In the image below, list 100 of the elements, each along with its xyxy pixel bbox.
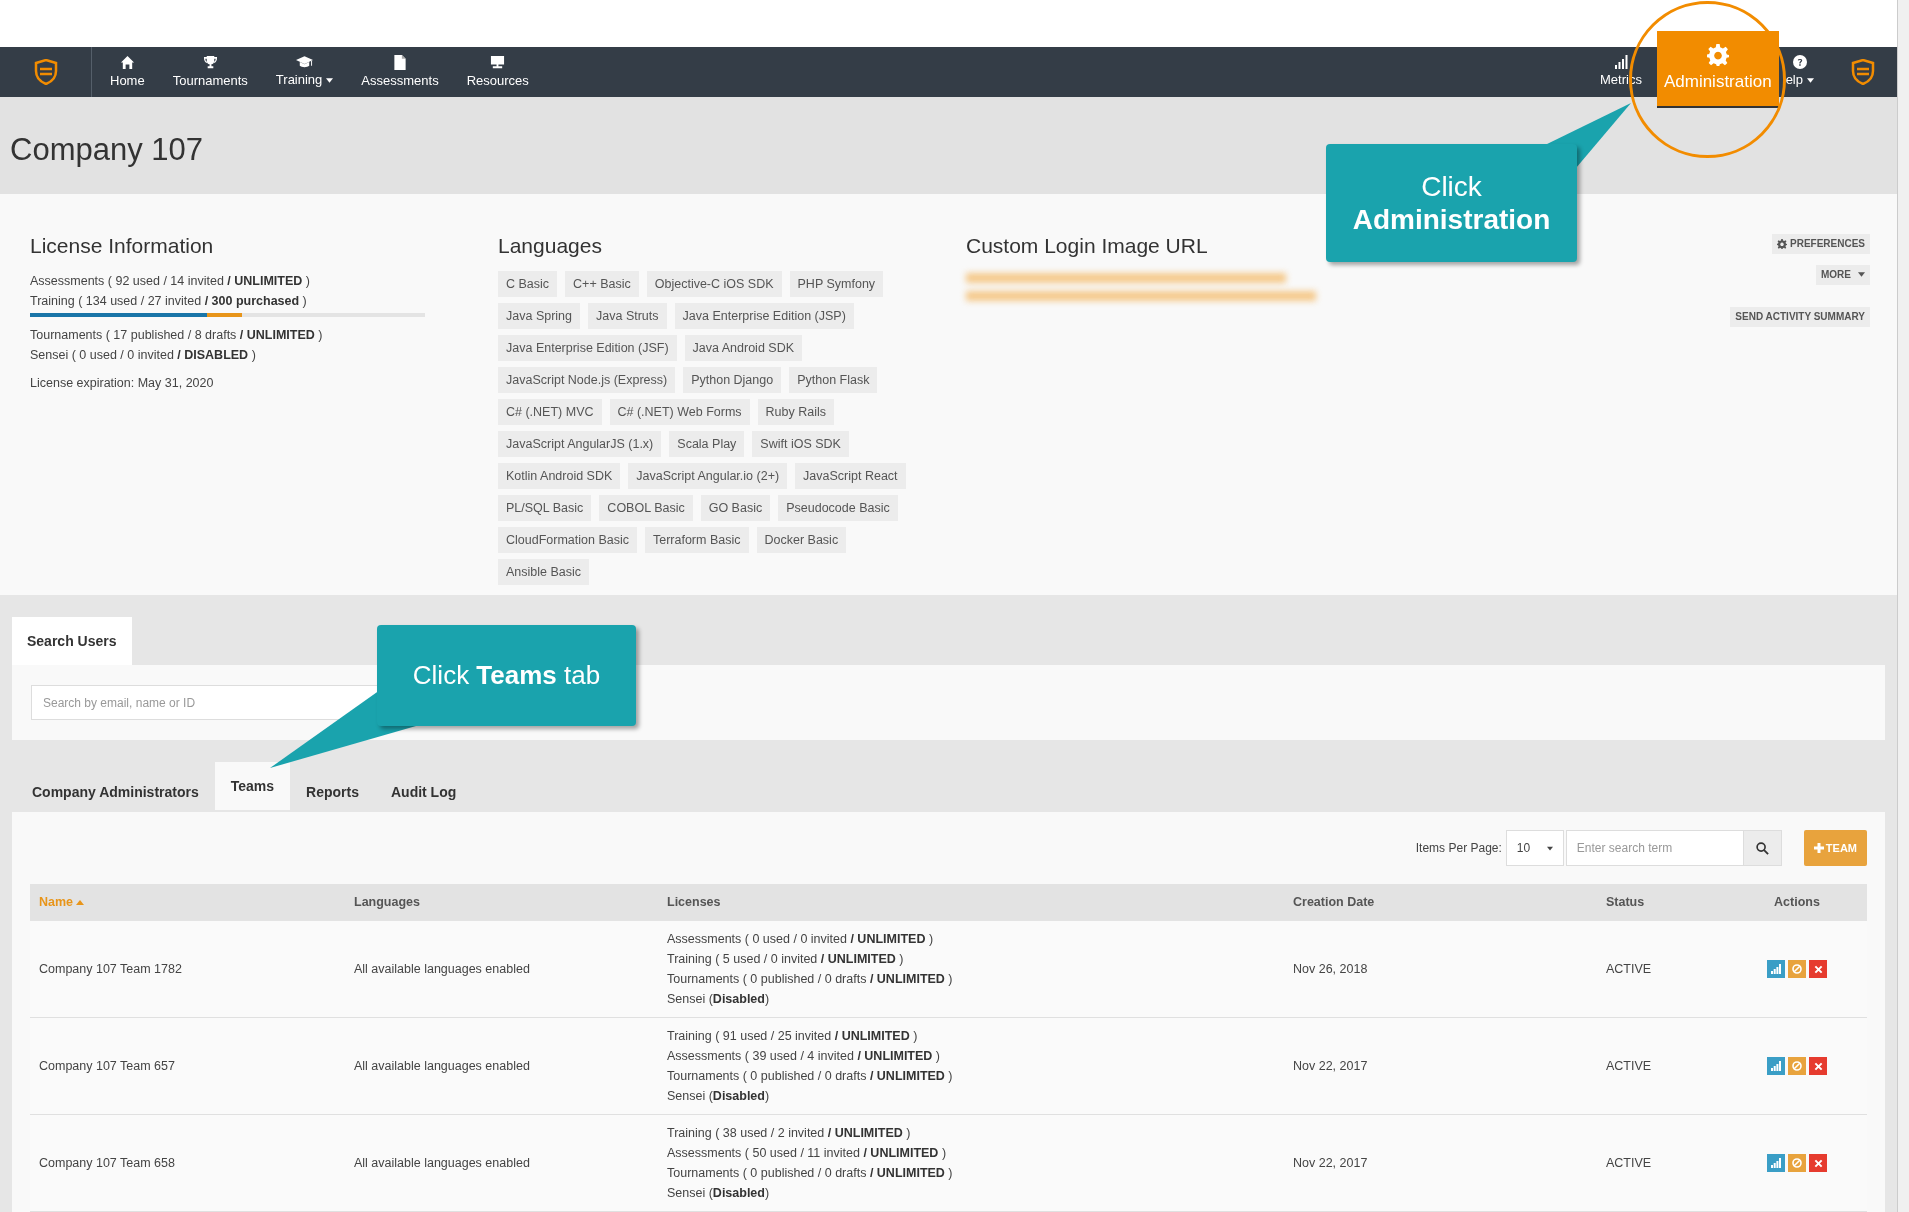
license-line: Sensei (Disabled) bbox=[667, 991, 771, 1008]
language-tag: GO Basic bbox=[700, 495, 771, 522]
signal-bars-icon bbox=[1613, 55, 1628, 70]
license-expiration: License expiration: May 31, 2020 bbox=[30, 375, 215, 393]
language-tag: Java Spring bbox=[498, 303, 580, 330]
monitor-icon bbox=[490, 54, 506, 70]
license-line: Tournaments ( 0 published / 0 drafts / UNLIMITED ) bbox=[667, 1068, 954, 1085]
tab[interactable]: Search Users bbox=[12, 617, 132, 665]
tab[interactable]: Reports bbox=[290, 772, 375, 812]
disable-button[interactable] bbox=[1788, 1057, 1806, 1075]
table-cell-text: ACTIVE bbox=[1606, 960, 1653, 978]
license-line: Tournaments ( 0 published / 0 drafts / UNLIMITED ) bbox=[667, 1165, 954, 1182]
close-icon bbox=[1813, 964, 1823, 974]
language-tag: C# (.NET) MVC bbox=[498, 399, 602, 426]
language-tag: PL/SQL Basic bbox=[498, 495, 592, 522]
language-tag: Swift iOS SDK bbox=[752, 431, 849, 458]
help-icon bbox=[1792, 55, 1807, 70]
language-tag: JavaScript Node.js (Express) bbox=[498, 367, 676, 394]
license-line: Training ( 5 used / 0 invited / UNLIMITED ) bbox=[667, 951, 905, 968]
callout-text: Click bbox=[1421, 170, 1482, 203]
nav-item[interactable]: Home bbox=[96, 47, 159, 98]
language-tag: PHP Symfony bbox=[789, 271, 884, 298]
language-tag: Ansible Basic bbox=[498, 559, 590, 586]
close-icon bbox=[1813, 1158, 1823, 1168]
language-tag: C Basic bbox=[498, 271, 558, 298]
stats-button[interactable] bbox=[1767, 1057, 1785, 1075]
license-line: Training ( 38 used / 2 invited / UNLIMITED ) bbox=[667, 1125, 912, 1142]
table-cell-text: All available languages enabled bbox=[354, 960, 531, 978]
search-icon bbox=[1755, 841, 1769, 855]
language-tag: Ruby Rails bbox=[757, 399, 835, 426]
table-cell-text: Company 107 Team 658 bbox=[39, 1154, 176, 1172]
tab[interactable]: Teams bbox=[214, 762, 291, 810]
ban-icon bbox=[1792, 1158, 1802, 1168]
home-icon bbox=[119, 54, 135, 70]
ban-icon bbox=[1792, 964, 1802, 974]
column-header[interactable]: Actions bbox=[1736, 893, 1858, 912]
section-heading: Languages bbox=[498, 232, 603, 259]
language-tag: Pseudocode Basic bbox=[778, 495, 898, 522]
action-button[interactable]: SEND ACTIVITY SUMMARY bbox=[1730, 306, 1870, 327]
language-tag: C++ Basic bbox=[565, 271, 639, 298]
nav-item[interactable]: elp bbox=[1782, 47, 1817, 98]
language-tag: Python Flask bbox=[789, 367, 878, 394]
dropdown-arrow-icon bbox=[1546, 845, 1553, 851]
shield-logo[interactable] bbox=[1851, 59, 1875, 86]
settings-icon bbox=[1777, 238, 1787, 249]
language-tag: Kotlin Android SDK bbox=[498, 463, 621, 490]
tab[interactable]: Company Administrators bbox=[16, 772, 215, 812]
sort-ascending-icon bbox=[76, 900, 85, 906]
section-heading: License Information bbox=[30, 232, 215, 259]
delete-button[interactable] bbox=[1809, 960, 1827, 978]
items-per-page-select[interactable]: 10 bbox=[1505, 830, 1564, 866]
action-button[interactable]: MORE bbox=[1816, 264, 1870, 285]
trophy-icon bbox=[202, 54, 218, 70]
table-cell-text: ACTIVE bbox=[1606, 1154, 1653, 1172]
license-line: Sensei (Disabled) bbox=[667, 1088, 771, 1105]
search-button[interactable] bbox=[1743, 830, 1782, 866]
table-cell-text: ACTIVE bbox=[1606, 1057, 1653, 1075]
language-tag: Objective-C iOS SDK bbox=[646, 271, 782, 298]
action-button[interactable]: PREFERENCES bbox=[1772, 233, 1870, 254]
table-cell-text: Company 107 Team 1782 bbox=[39, 960, 183, 978]
language-tag: C# (.NET) Web Forms bbox=[609, 399, 750, 426]
language-tag: CloudFormation Basic bbox=[498, 527, 637, 554]
nav-item[interactable]: Assessments bbox=[347, 47, 453, 98]
plus-icon bbox=[1813, 843, 1824, 853]
language-tag: JavaScript React bbox=[795, 463, 906, 490]
language-tag: JavaScript Angular.io (2+) bbox=[628, 463, 788, 490]
settings-icon bbox=[1706, 43, 1729, 66]
delete-button[interactable] bbox=[1809, 1154, 1827, 1172]
document-icon bbox=[394, 54, 406, 70]
language-tag: COBOL Basic bbox=[599, 495, 693, 522]
table-cell-text: Nov 22, 2017 bbox=[1293, 1057, 1369, 1075]
tab[interactable]: Audit Log bbox=[374, 772, 473, 812]
disable-button[interactable] bbox=[1788, 960, 1806, 978]
column-header[interactable]: Languages bbox=[354, 893, 667, 912]
stats-button[interactable] bbox=[1767, 960, 1785, 978]
callout-text: Administration bbox=[1352, 203, 1551, 236]
license-line: Assessments ( 0 used / 0 invited / UNLIMITED ) bbox=[667, 931, 935, 948]
language-tag: Python Django bbox=[683, 367, 782, 394]
delete-button[interactable] bbox=[1809, 1057, 1827, 1075]
scrollbar[interactable] bbox=[1897, 0, 1909, 1212]
disable-button[interactable] bbox=[1788, 1154, 1806, 1172]
table-cell-text: All available languages enabled bbox=[354, 1057, 531, 1075]
stats-button[interactable] bbox=[1767, 1154, 1785, 1172]
language-tag: Scala Play bbox=[669, 431, 745, 458]
section-heading: Custom Login Image URL bbox=[966, 232, 1209, 259]
nav-item[interactable]: Tournaments bbox=[158, 47, 262, 98]
column-header[interactable]: Status bbox=[1606, 893, 1736, 912]
nav-item[interactable]: Training bbox=[261, 47, 348, 98]
language-tag: Docker Basic bbox=[756, 527, 847, 554]
nav-item[interactable]: Resources bbox=[452, 47, 543, 98]
table-cell-text: Company 107 Team 657 bbox=[39, 1057, 176, 1075]
page-title: Company 107 bbox=[10, 131, 203, 170]
table-search-field[interactable]: Enter search term bbox=[1565, 830, 1744, 866]
signal-bars-icon bbox=[1771, 1061, 1781, 1071]
column-header[interactable]: Licenses bbox=[667, 893, 1293, 912]
table-cell-text: All available languages enabled bbox=[354, 1154, 531, 1172]
shield-logo[interactable] bbox=[33, 59, 58, 86]
graduation-cap-icon bbox=[296, 55, 314, 70]
column-header[interactable]: Creation Date bbox=[1293, 893, 1606, 912]
table-cell-text: Nov 26, 2018 bbox=[1293, 960, 1369, 978]
